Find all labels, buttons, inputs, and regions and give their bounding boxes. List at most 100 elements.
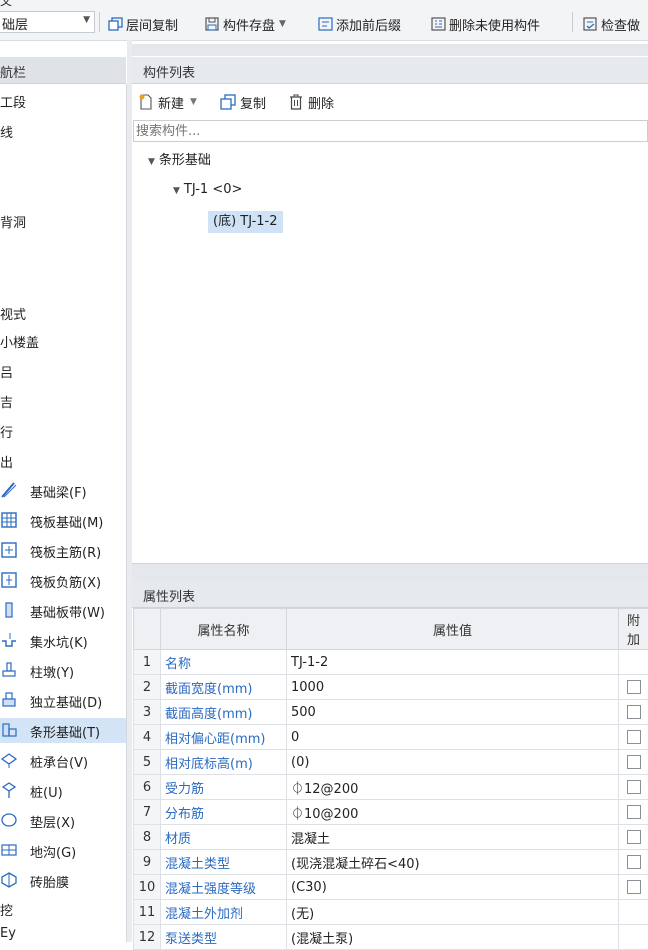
property-name: 材质	[161, 825, 287, 850]
add-prefix-button[interactable]: 添加前后缀	[318, 14, 401, 34]
extra-checkbox[interactable]	[627, 780, 641, 794]
nav-item-label: 基础梁(F)	[30, 482, 87, 501]
tree-node-tj-1-2[interactable]: (底) TJ-1-2	[208, 211, 283, 233]
property-table-header: 属性名称 属性值 附加	[134, 609, 648, 650]
property-value[interactable]: (混凝土泵)	[287, 925, 619, 950]
extra-checkbox[interactable]	[627, 880, 641, 894]
nav-item-pile-cap[interactable]: 桩承台(V)	[0, 748, 126, 773]
nav-item-label: 筏板负筋(X)	[30, 572, 101, 591]
add-prefix-icon	[318, 17, 333, 31]
copy-button[interactable]: 复制	[220, 93, 266, 111]
extra-cell	[619, 925, 648, 950]
tree-node-tj-1[interactable]: ▼TJ-1 <0>	[173, 179, 242, 201]
table-row[interactable]: 10混凝土强度等级(C30)	[134, 875, 648, 900]
nav-item-fragment[interactable]: 视式	[0, 300, 126, 325]
save-component-button[interactable]: 构件存盘 ▼	[205, 14, 286, 34]
panel-splitter[interactable]	[127, 40, 132, 942]
floor-select[interactable]: 础层 ▼	[0, 11, 95, 33]
tree-node-strip-foundation[interactable]: ▼条形基础	[148, 150, 211, 172]
nav-item-fragment[interactable]: 行	[0, 418, 126, 443]
nav-item-brick-form[interactable]: 砖胎膜	[0, 868, 126, 893]
nav-item-label: 桩(U)	[30, 782, 63, 801]
table-row[interactable]: 4相对偏心距(mm)0	[134, 725, 648, 750]
property-value[interactable]: TJ-1-2	[287, 650, 619, 675]
caret-down-icon: ▼	[148, 157, 155, 167]
nav-item-foundation-beam[interactable]: 基础梁(F)	[0, 478, 126, 503]
table-row[interactable]: 5相对底标高(m)(0)	[134, 750, 648, 775]
extra-checkbox[interactable]	[627, 830, 641, 844]
extra-checkbox[interactable]	[627, 805, 641, 819]
delete-button[interactable]: 删除	[288, 93, 334, 111]
extra-checkbox[interactable]	[627, 730, 641, 744]
brick-form-icon	[0, 871, 18, 889]
nav-item-column-pier[interactable]: 柱墩(Y)	[0, 658, 126, 683]
nav-item-fragment[interactable]: Ey	[0, 922, 126, 947]
check-button[interactable]: 检查做	[583, 14, 640, 34]
raft-main-rebar-icon	[0, 541, 18, 559]
table-row[interactable]: 11混凝土外加剂(无)	[134, 900, 648, 925]
property-name: 相对偏心距(mm)	[161, 725, 287, 750]
nav-item-strip-foundation[interactable]: 条形基础(T)	[0, 718, 126, 743]
nav-item-fragment[interactable]: 挖	[0, 896, 126, 921]
nav-item-raft-negative-rebar[interactable]: 筏板负筋(X)	[0, 568, 126, 593]
nav-item-label: 柱墩(Y)	[30, 662, 74, 681]
row-number: 3	[134, 700, 161, 725]
property-value[interactable]: (C30)	[287, 875, 619, 900]
property-value[interactable]: (0)	[287, 750, 619, 775]
extra-cell	[619, 800, 648, 825]
nav-item-fragment[interactable]: 吕	[0, 358, 126, 383]
nav-item-sump-pit[interactable]: 集水坑(K)	[0, 628, 126, 653]
table-row[interactable]: 6受力筋⏀12@200	[134, 775, 648, 800]
property-value[interactable]: 500	[287, 700, 619, 725]
property-name: 名称	[161, 650, 287, 675]
nav-item-label: 条形基础(T)	[30, 722, 100, 741]
table-row[interactable]: 12泵送类型(混凝土泵)	[134, 925, 648, 950]
property-value[interactable]: ⏀12@200	[287, 775, 619, 800]
property-value[interactable]: (现浇混凝土碎石<40)	[287, 850, 619, 875]
nav-item-raft-foundation[interactable]: 筏板基础(M)	[0, 508, 126, 533]
nav-item-fragment[interactable]: 小楼盖	[0, 328, 126, 353]
extra-checkbox[interactable]	[627, 680, 641, 694]
check-icon	[583, 17, 598, 31]
nav-item-foundation-strip[interactable]: 基础板带(W)	[0, 598, 126, 623]
table-row[interactable]: 2截面宽度(mm)1000	[134, 675, 648, 700]
nav-item-fragment[interactable]: 背洞	[0, 208, 126, 233]
extra-cell	[619, 750, 648, 775]
search-component-field[interactable]	[133, 120, 648, 142]
extra-cell	[619, 875, 648, 900]
pile-cap-icon	[0, 751, 18, 769]
table-row[interactable]: 7分布筋⏀10@200	[134, 800, 648, 825]
extra-checkbox[interactable]	[627, 855, 641, 869]
check-label: 检查做	[601, 15, 640, 34]
nav-item-label: 筏板基础(M)	[30, 512, 103, 531]
nav-item-trench[interactable]: 地沟(G)	[0, 838, 126, 863]
nav-item-fragment[interactable]: 出	[0, 448, 126, 473]
copy-floor-button[interactable]: 层间复制	[108, 14, 178, 34]
property-value[interactable]: (无)	[287, 900, 619, 925]
nav-item-isolated-foundation[interactable]: 独立基础(D)	[0, 688, 126, 713]
nav-item-fragment[interactable]: 线	[0, 118, 126, 143]
new-button[interactable]: 新建 ▼	[138, 93, 197, 111]
property-value[interactable]: 0	[287, 725, 619, 750]
nav-item-fragment[interactable]: 工段	[0, 88, 126, 113]
extra-checkbox[interactable]	[627, 755, 641, 769]
panel-separator[interactable]	[132, 563, 648, 582]
nav-item-pile[interactable]: 桩(U)	[0, 778, 126, 803]
property-list-header: 属性列表	[132, 581, 648, 608]
table-row[interactable]: 1名称TJ-1-2	[134, 650, 648, 675]
table-row[interactable]: 3截面高度(mm)500	[134, 700, 648, 725]
nav-item-raft-main-rebar[interactable]: 筏板主筋(R)	[0, 538, 126, 563]
table-row[interactable]: 9混凝土类型(现浇混凝土碎石<40)	[134, 850, 648, 875]
table-row[interactable]: 8材质混凝土	[134, 825, 648, 850]
property-name: 截面宽度(mm)	[161, 675, 287, 700]
delete-unused-button[interactable]: 删除未使用构件	[431, 14, 540, 34]
property-value[interactable]: 1000	[287, 675, 619, 700]
nav-item-cushion-layer[interactable]: 垫层(X)	[0, 808, 126, 833]
extra-checkbox[interactable]	[627, 705, 641, 719]
property-value[interactable]: 混凝土	[287, 825, 619, 850]
component-list-title: 构件列表	[143, 62, 195, 81]
search-input[interactable]	[134, 121, 647, 141]
column-pier-icon	[0, 661, 18, 679]
property-value[interactable]: ⏀10@200	[287, 800, 619, 825]
nav-item-fragment[interactable]: 吉	[0, 388, 126, 413]
